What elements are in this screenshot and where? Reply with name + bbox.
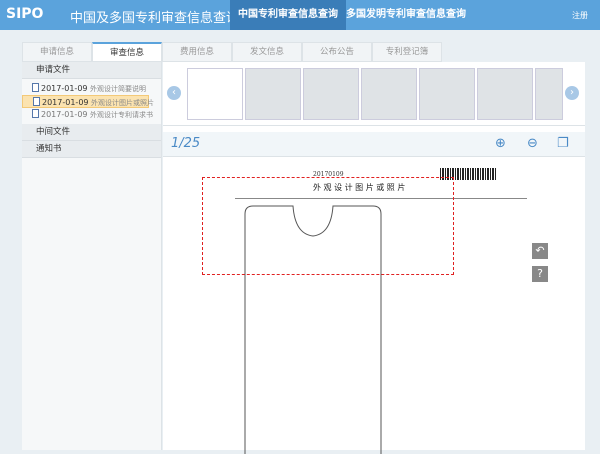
tab-publication[interactable]: 公布公告: [302, 42, 372, 62]
site-title: 中国及多国专利审查信息查询: [70, 7, 239, 26]
document-icon: [32, 109, 39, 118]
thumbnail[interactable]: [303, 68, 359, 120]
nav-multi[interactable]: 多国发明专利审查信息查询: [338, 0, 474, 30]
document-icon: [32, 83, 39, 92]
viewer: ‹ › 1/25 ⊕ ⊖ ❐ 20170109 外 观 设 计 图 片 或 照 …: [163, 62, 585, 450]
register-link[interactable]: 注册: [572, 10, 588, 21]
help-icon[interactable]: ?: [532, 266, 548, 282]
tabs: 申请信息 审查信息 费用信息 发文信息 公布公告 专利登记簿: [22, 42, 442, 62]
nav-china[interactable]: 中国专利审查信息查询: [230, 0, 346, 30]
selection-box[interactable]: [202, 177, 454, 275]
file-item[interactable]: 2017-01-09 外观设计简要说明: [22, 82, 161, 95]
document-icon: [33, 97, 40, 106]
tab-dispatch[interactable]: 发文信息: [232, 42, 302, 62]
viewer-toolbar: 1/25 ⊕ ⊖ ❐: [163, 132, 585, 157]
undo-icon[interactable]: ↶: [532, 243, 548, 259]
section-notices[interactable]: 通知书: [22, 141, 161, 158]
file-item-selected[interactable]: 2017-01-09 外观设计图片或照片: [22, 95, 149, 108]
zoom-in-icon[interactable]: ⊕: [495, 136, 506, 151]
thumbnail[interactable]: [419, 68, 475, 120]
tab-fees[interactable]: 费用信息: [162, 42, 232, 62]
thumbnail[interactable]: [187, 68, 243, 120]
tab-register[interactable]: 专利登记簿: [372, 42, 442, 62]
document-page: 20170109 外 观 设 计 图 片 或 照 片: [163, 158, 585, 450]
sidebar: 申请文件 2017-01-09 外观设计简要说明 2017-01-09 外观设计…: [22, 62, 162, 450]
thumbnail[interactable]: [535, 68, 563, 120]
prev-arrow-icon[interactable]: ‹: [167, 86, 181, 100]
section-application-docs[interactable]: 申请文件: [22, 62, 161, 79]
tab-examination[interactable]: 审查信息: [92, 42, 162, 62]
thumbnail[interactable]: [477, 68, 533, 120]
section-intermediate-docs[interactable]: 中间文件: [22, 124, 161, 141]
header: SIPO 中国及多国专利审查信息查询 中国专利审查信息查询 多国发明专利审查信息…: [0, 0, 600, 30]
page-indicator: 1/25: [171, 136, 200, 151]
file-item[interactable]: 2017-01-09 外观设计专利请求书: [22, 108, 161, 121]
next-arrow-icon[interactable]: ›: [565, 86, 579, 100]
thumbnail[interactable]: [361, 68, 417, 120]
thumbnail[interactable]: [245, 68, 301, 120]
tab-application[interactable]: 申请信息: [22, 42, 92, 62]
fullscreen-icon[interactable]: ❐: [557, 136, 569, 151]
thumbnail-strip: ‹ ›: [163, 62, 585, 126]
zoom-out-icon[interactable]: ⊖: [527, 136, 538, 151]
sipo-logo[interactable]: SIPO: [6, 6, 43, 22]
